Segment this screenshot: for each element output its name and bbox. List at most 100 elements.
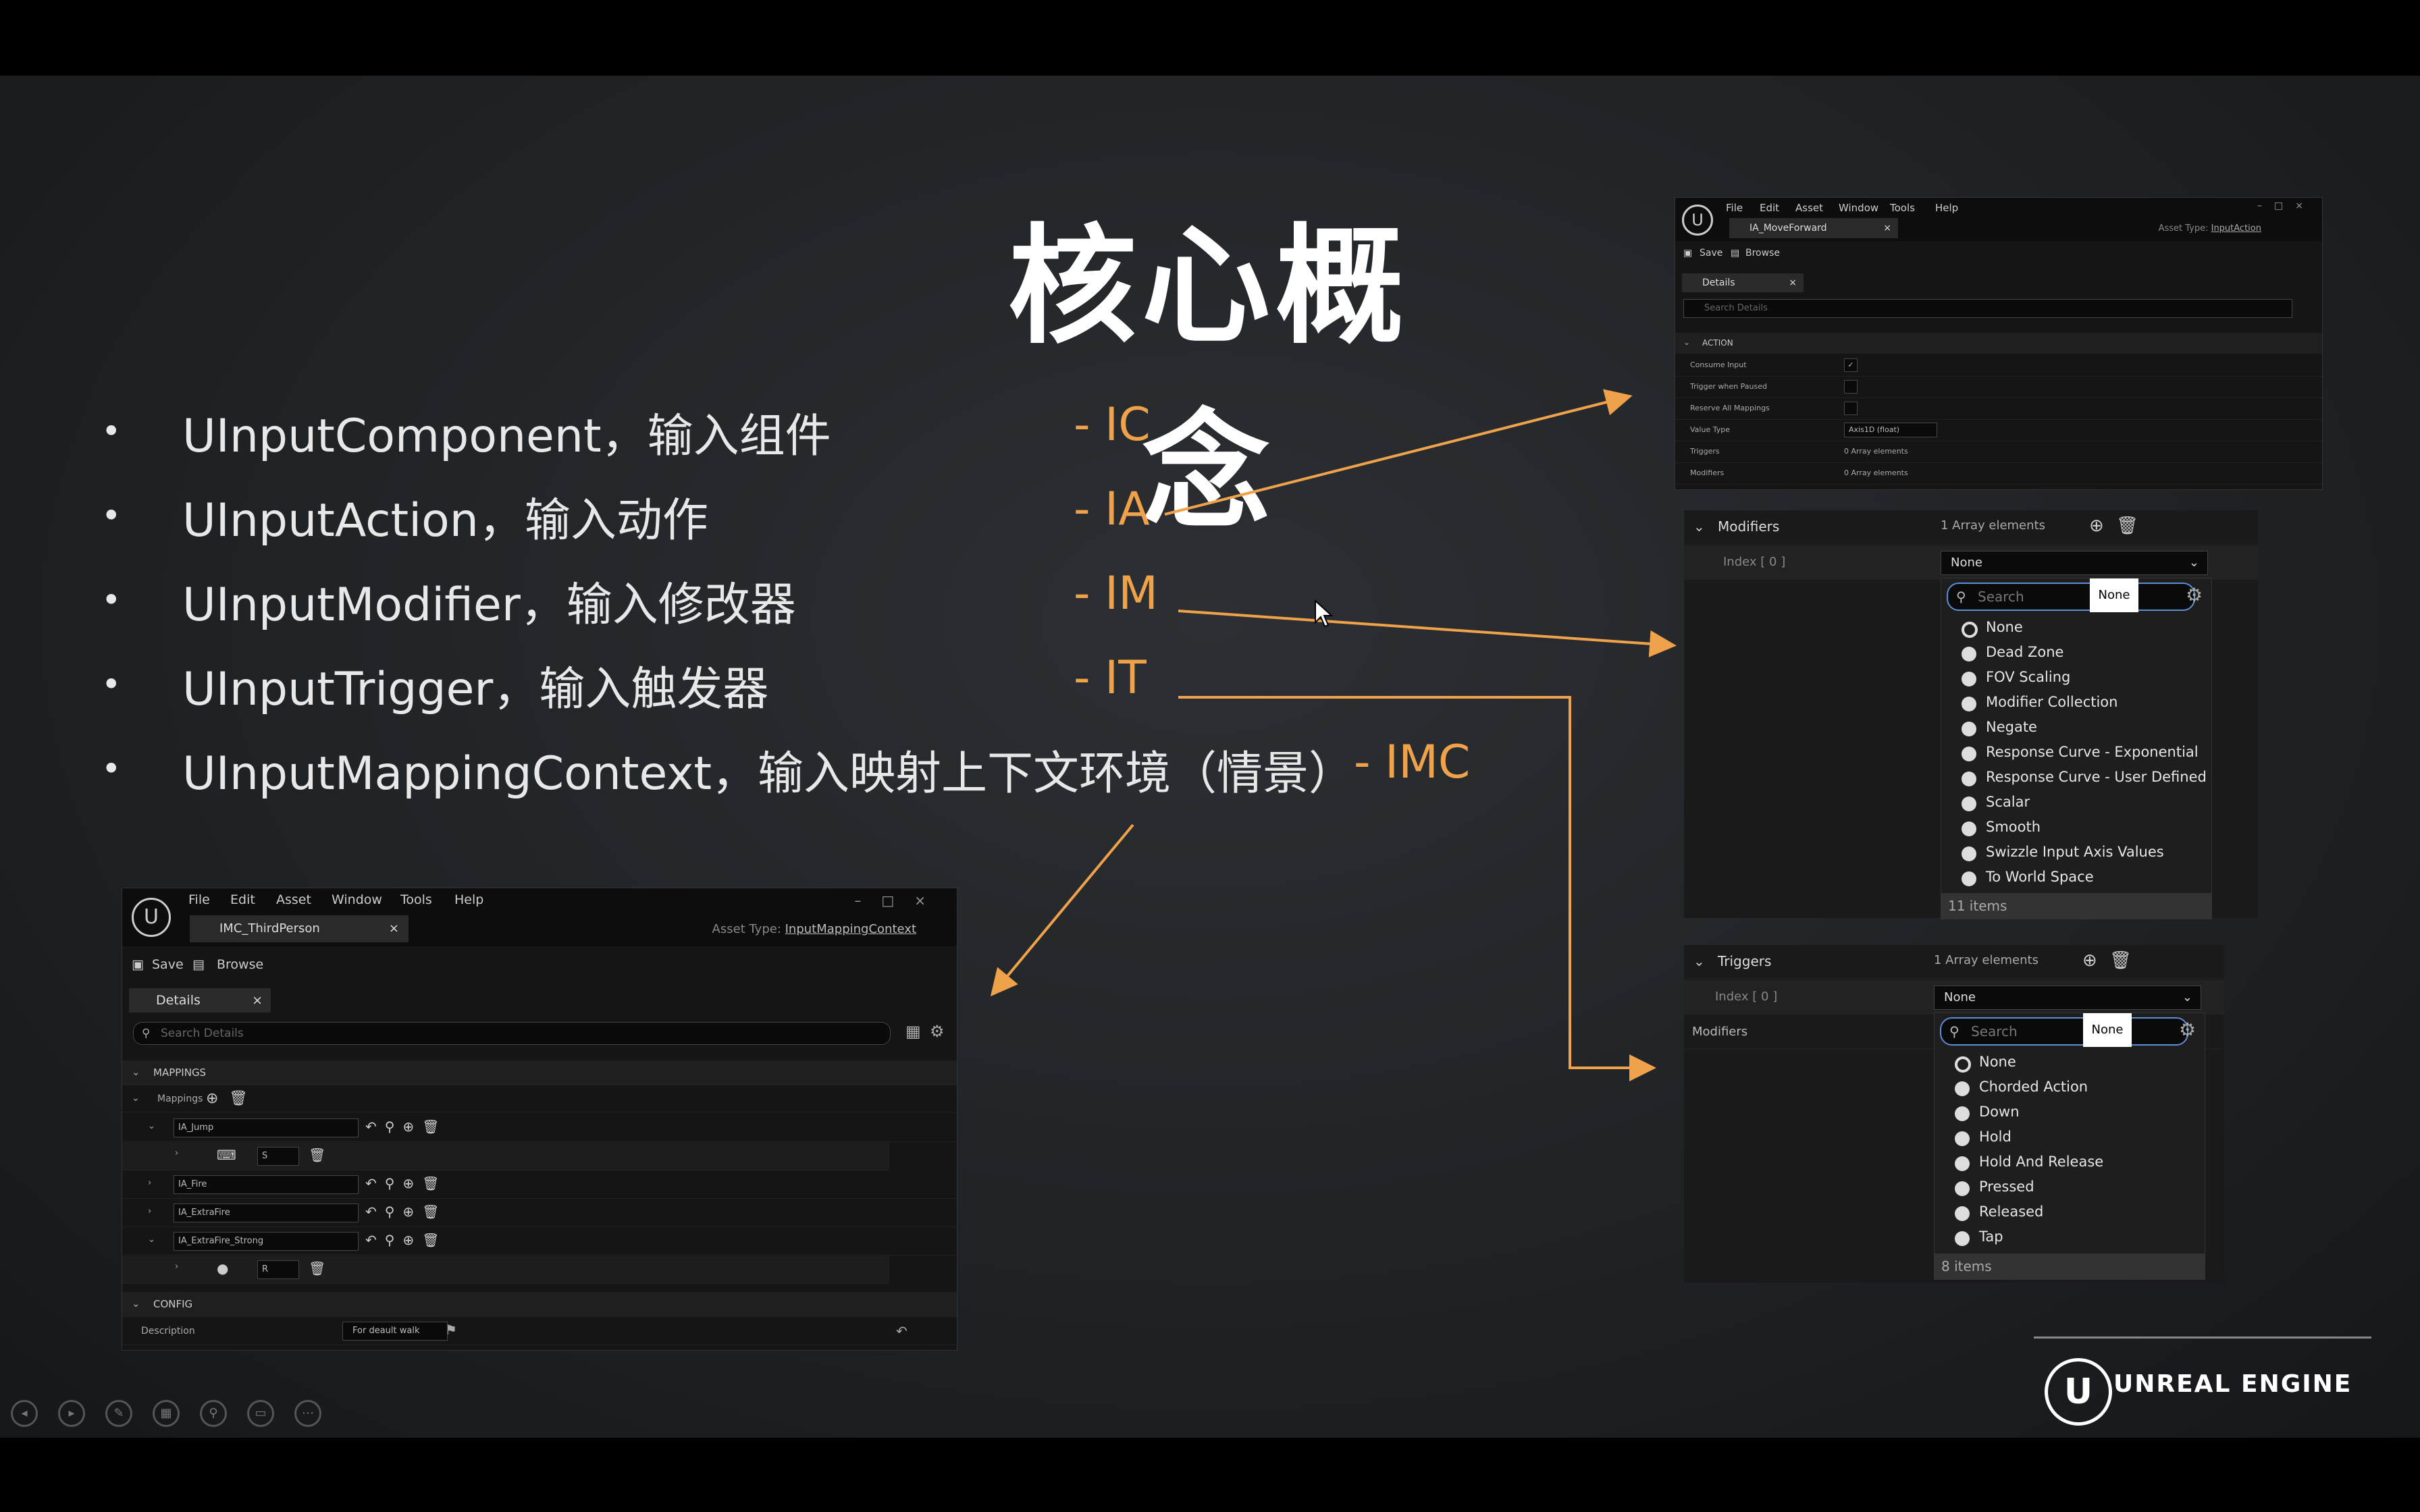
trash-icon[interactable]: 🗑 [309,1147,325,1163]
mapping-action-icons[interactable]: ↶⚲⊕🗑 [365,1204,448,1220]
menu-asset[interactable]: Asset [276,892,311,907]
picker-option[interactable]: Modifier Collection [1941,691,2211,716]
flag-icon[interactable]: ⚑ [445,1322,457,1338]
more-icon[interactable]: ⋯ [294,1400,321,1427]
pen-icon[interactable]: ✎ [105,1400,132,1427]
window-controls[interactable]: –□× [2257,200,2315,211]
subtitles-icon[interactable]: ▭ [247,1400,274,1427]
gear-icon[interactable]: ⚙ [2186,584,2203,606]
picker-option[interactable]: Tap [1935,1226,2205,1251]
imc-asset-tab[interactable]: IMC_ThirdPerson × [190,915,409,942]
trash-icon[interactable]: 🗑 [309,1260,325,1276]
picker-option[interactable]: Chorded Action [1935,1076,2205,1101]
reset-icon[interactable]: ↶ [896,1323,908,1339]
picker-option[interactable]: To World Space [1941,866,2211,891]
mapping-action-icons[interactable]: ↶⚲⊕🗑 [365,1118,448,1135]
picker-option[interactable]: Hold [1935,1126,2205,1151]
gear-icon[interactable]: ⚙ [930,1022,945,1041]
ia-details-tab[interactable]: Details × [1682,273,1804,292]
add-icon[interactable]: ⊕ [2089,516,2104,536]
menu-asset[interactable]: Asset [1795,202,1823,214]
picker-option[interactable]: Response Curve - User Defined [1941,766,2211,791]
description-input[interactable]: For deault walk [342,1322,448,1341]
ia-asset-tab[interactable]: IA_MoveForward × [1729,218,1898,238]
picker-option[interactable]: Smooth [1941,816,2211,841]
picker-option[interactable]: None [1935,1051,2205,1076]
triggers-header[interactable]: ⌄ Triggers 1 Array elements ⊕ 🗑 [1684,945,2224,979]
reserve-all-mappings-checkbox[interactable] [1844,402,1858,415]
chevron-right-icon[interactable]: › [148,1206,151,1216]
input-action-dropdown[interactable]: IA_ExtraFire [174,1204,359,1222]
modifier-class-dropdown[interactable]: None ⌄ [1941,551,2208,575]
picker-option[interactable]: Scalar [1941,791,2211,816]
picker-option[interactable]: Dead Zone [1941,641,2211,666]
menu-help[interactable]: Help [1935,202,1958,214]
trigger-class-dropdown[interactable]: None ⌄ [1934,986,2201,1010]
section-header-mappings[interactable]: ⌄ MAPPINGS [122,1060,957,1085]
picker-option[interactable]: Negate [1941,716,2211,741]
save-button[interactable]: Save [152,957,184,972]
browse-button[interactable]: Browse [217,957,263,972]
picker-option[interactable]: Response Curve - Exponential [1941,741,2211,766]
next-slide-icon[interactable]: ▸ [58,1400,85,1427]
previous-slide-icon[interactable]: ◂ [11,1400,38,1427]
chevron-right-icon[interactable]: › [148,1178,151,1188]
search-input[interactable]: ⚲ Search Details [133,1022,891,1045]
search-input[interactable]: Search Details [1683,299,2292,318]
modifiers-header[interactable]: ⌄ Modifiers 1 Array elements ⊕ 🗑 [1684,510,2258,545]
picker-option[interactable]: Down [1935,1101,2205,1126]
input-action-dropdown[interactable]: IA_ExtraFire_Strong [174,1232,359,1251]
chevron-right-icon[interactable]: › [175,1262,178,1272]
key-selector[interactable]: R [257,1260,299,1279]
trash-icon[interactable]: 🗑 [229,1090,248,1107]
menu-window[interactable]: Window [332,892,382,907]
value-type-dropdown[interactable]: Axis1D (float) [1844,423,1937,437]
picker-option[interactable]: Swizzle Input Axis Values [1941,841,2211,866]
section-header-action[interactable]: ⌄ ACTION [1675,333,2322,354]
asset-type-link[interactable]: InputMappingContext [785,922,916,936]
grid-view-icon[interactable]: ▦ [905,1022,921,1041]
tooltip: None [2090,578,2138,612]
input-action-dropdown[interactable]: IA_Fire [174,1175,359,1194]
trash-icon[interactable]: 🗑 [2116,516,2138,536]
chevron-right-icon[interactable]: › [175,1148,178,1158]
search-input[interactable]: ⚲ Search [1940,1017,2188,1046]
add-icon[interactable]: ⊕ [206,1090,218,1107]
search-placeholder: Search [1971,1023,2018,1040]
menu-edit[interactable]: Edit [1760,202,1779,214]
browse-button[interactable]: Browse [1745,248,1780,259]
picker-option[interactable]: FOV Scaling [1941,666,2211,691]
picker-option[interactable]: None [1941,616,2211,641]
menu-help[interactable]: Help [454,892,483,907]
menu-file[interactable]: File [1726,202,1743,214]
close-icon[interactable]: × [1789,273,1797,292]
section-header-config[interactable]: ⌄ CONFIG [122,1292,957,1317]
save-button[interactable]: Save [1700,248,1722,259]
close-icon[interactable]: × [1883,218,1891,238]
trash-icon[interactable]: 🗑 [2109,950,2132,971]
key-selector[interactable]: S [257,1147,299,1166]
picker-option[interactable]: Pressed [1935,1176,2205,1201]
gear-icon[interactable]: ⚙ [2179,1019,2196,1041]
menu-file[interactable]: File [188,892,210,907]
input-action-dropdown[interactable]: IA_Jump [174,1118,359,1137]
add-icon[interactable]: ⊕ [2082,950,2097,971]
close-icon[interactable]: × [389,915,399,942]
menu-tools[interactable]: Tools [400,892,432,907]
imc-details-tab[interactable]: Details × [129,988,271,1013]
zoom-icon[interactable]: ⚲ [200,1400,227,1427]
menu-window[interactable]: Window [1839,202,1878,214]
close-icon[interactable]: × [252,988,263,1013]
picker-option[interactable]: Released [1935,1201,2205,1226]
slides-grid-icon[interactable]: ▦ [153,1400,180,1427]
asset-type-link[interactable]: InputAction [2211,223,2261,234]
window-controls[interactable]: –□× [854,892,946,909]
trigger-when-paused-checkbox[interactable] [1844,380,1858,394]
consume-input-checkbox[interactable]: ✓ [1844,358,1858,372]
mapping-action-icons[interactable]: ↶⚲⊕🗑 [365,1175,448,1191]
picker-option[interactable]: Hold And Release [1935,1151,2205,1176]
mapping-action-icons[interactable]: ↶⚲⊕🗑 [365,1232,448,1248]
menu-edit[interactable]: Edit [230,892,255,907]
search-input[interactable]: ⚲ Search [1947,583,2195,611]
menu-tools[interactable]: Tools [1890,202,1915,214]
